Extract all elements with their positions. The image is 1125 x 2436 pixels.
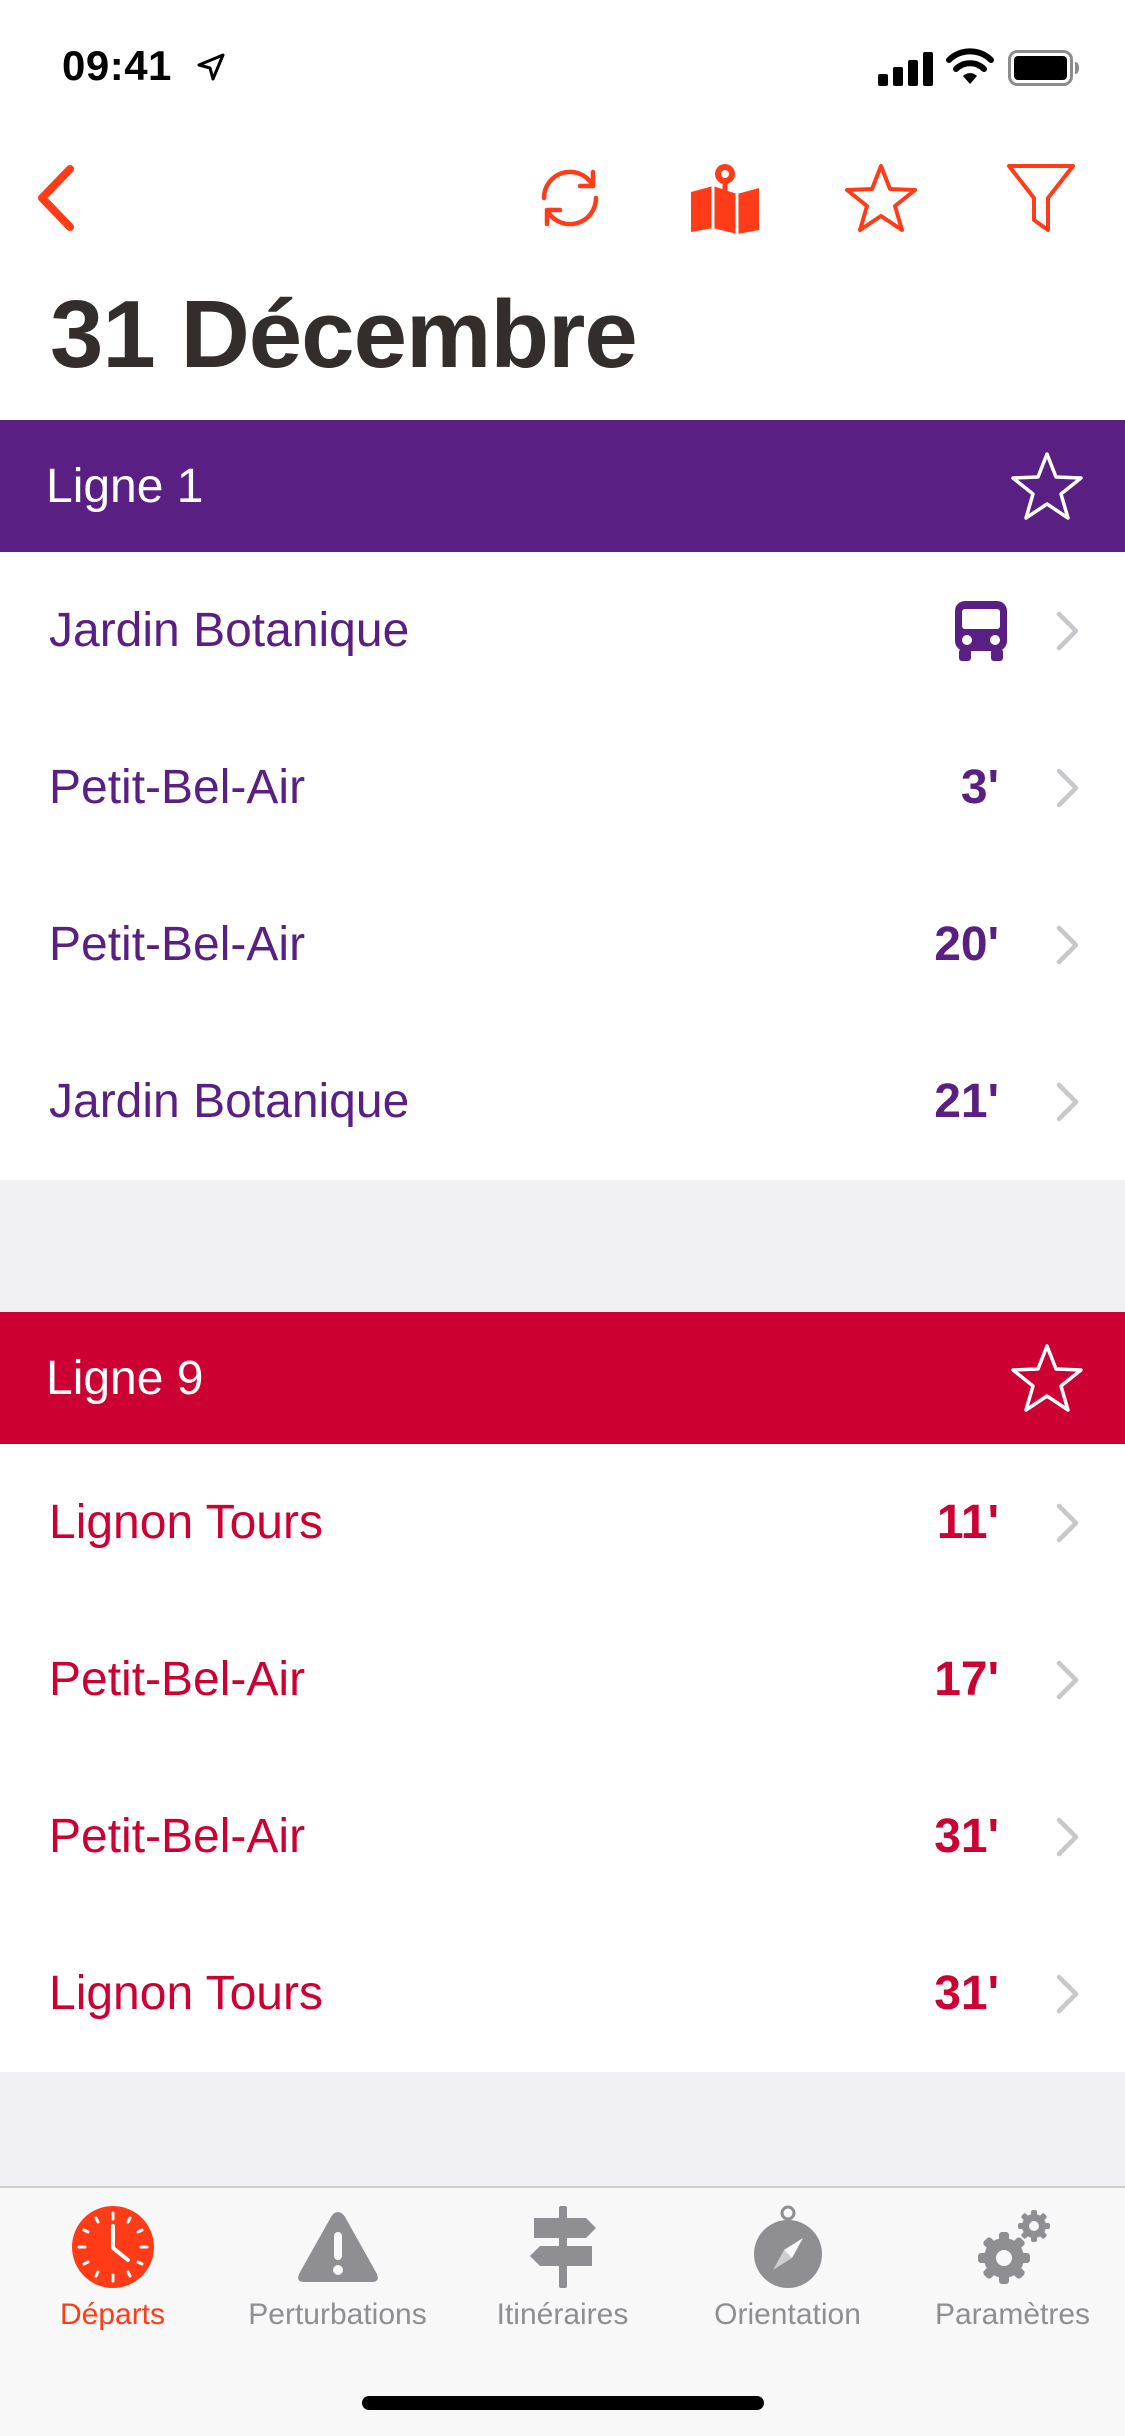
star-outline-icon[interactable] xyxy=(1011,1342,1083,1414)
departure-time: 31' xyxy=(934,1810,999,1863)
section-header-ligne-1: Ligne 1 xyxy=(0,420,1125,552)
chevron-right-icon xyxy=(1056,925,1079,964)
departure-time: 31' xyxy=(934,1967,999,2020)
signal-icon xyxy=(878,52,933,86)
departure-row[interactable]: Petit-Bel-Air 20' xyxy=(0,866,1125,1023)
status-time: 09:41 xyxy=(62,42,172,89)
departure-time: 17' xyxy=(934,1653,999,1706)
departure-destination: Lignon Tours xyxy=(49,1496,323,1549)
tab-label: Orientation xyxy=(714,2298,861,2331)
gears-icon xyxy=(978,2210,1050,2284)
warning-icon xyxy=(298,2212,378,2282)
wifi-icon xyxy=(946,48,994,84)
map-button[interactable] xyxy=(670,132,780,264)
filter-icon xyxy=(1007,164,1075,232)
departure-destination: Lignon Tours xyxy=(49,1967,323,2020)
home-indicator xyxy=(362,2396,764,2410)
favorite-button[interactable] xyxy=(826,132,936,264)
back-button[interactable] xyxy=(0,132,110,264)
location-arrow-icon xyxy=(197,53,225,81)
chevron-right-icon xyxy=(1056,768,1079,807)
chevron-right-icon xyxy=(1056,1817,1079,1856)
clock-icon xyxy=(72,2206,154,2288)
tab-label: Itinéraires xyxy=(496,2298,629,2331)
section-header-ligne-9: Ligne 9 xyxy=(0,1312,1125,1444)
battery-icon xyxy=(1008,50,1079,86)
departure-destination: Petit-Bel-Air xyxy=(49,761,306,814)
map-pin-icon xyxy=(691,164,759,234)
departure-row[interactable]: Lignon Tours 11' xyxy=(0,1444,1125,1601)
tab-parametres[interactable]: Paramètres xyxy=(900,2188,1125,2354)
departure-destination: Petit-Bel-Air xyxy=(49,1810,306,1863)
departure-row[interactable]: Petit-Bel-Air 3' xyxy=(0,709,1125,866)
nav-bar xyxy=(0,132,1125,264)
departure-destination: Jardin Botanique xyxy=(49,1075,410,1128)
departure-row[interactable]: Petit-Bel-Air 17' xyxy=(0,1601,1125,1758)
departure-row[interactable]: Jardin Botanique 21' xyxy=(0,1023,1125,1180)
line-label: Ligne 1 xyxy=(46,459,204,513)
filter-button[interactable] xyxy=(986,132,1096,264)
tab-departs[interactable]: Départs xyxy=(0,2188,225,2354)
status-bar: 09:41 xyxy=(0,0,1125,132)
section-gap xyxy=(0,1180,1125,1312)
compass-icon xyxy=(754,2205,822,2288)
tab-itineraires[interactable]: Itinéraires xyxy=(450,2188,675,2354)
tab-label: Paramètres xyxy=(934,2298,1091,2331)
departure-row[interactable]: Jardin Botanique xyxy=(0,552,1125,709)
departure-time: 11' xyxy=(936,1496,999,1549)
refresh-icon xyxy=(541,169,599,227)
chevron-right-icon xyxy=(1056,1660,1079,1699)
chevron-right-icon xyxy=(1056,1503,1079,1542)
section-gap xyxy=(0,2072,1125,2186)
tab-label: Départs xyxy=(59,2298,166,2331)
page-title: 31 Décembre xyxy=(50,281,638,388)
chevron-right-icon xyxy=(1056,611,1079,650)
departure-destination: Jardin Botanique xyxy=(49,604,410,657)
screen: 09:41 31 Décembre Ligne 1 Jardin Botaniq… xyxy=(0,0,1125,2436)
tab-orientation[interactable]: Orientation xyxy=(675,2188,900,2354)
signpost-icon xyxy=(530,2206,596,2288)
refresh-button[interactable] xyxy=(515,132,625,264)
departure-row[interactable]: Lignon Tours 31' xyxy=(0,1915,1125,2072)
departure-time: 20' xyxy=(934,918,999,971)
departure-destination: Petit-Bel-Air xyxy=(49,918,306,971)
tab-perturbations[interactable]: Perturbations xyxy=(225,2188,450,2354)
bus-icon xyxy=(955,600,1007,661)
departure-destination: Petit-Bel-Air xyxy=(49,1653,306,1706)
star-outline-icon[interactable] xyxy=(1011,450,1083,522)
line-label: Ligne 9 xyxy=(46,1351,204,1405)
tab-label: Perturbations xyxy=(248,2298,427,2331)
chevron-left-icon xyxy=(38,165,74,231)
departure-row[interactable]: Petit-Bel-Air 31' xyxy=(0,1758,1125,1915)
star-outline-icon xyxy=(845,164,917,232)
chevron-right-icon xyxy=(1056,1974,1079,2013)
departure-time: 21' xyxy=(934,1075,999,1128)
chevron-right-icon xyxy=(1056,1082,1079,1121)
departure-time: 3' xyxy=(960,761,999,814)
